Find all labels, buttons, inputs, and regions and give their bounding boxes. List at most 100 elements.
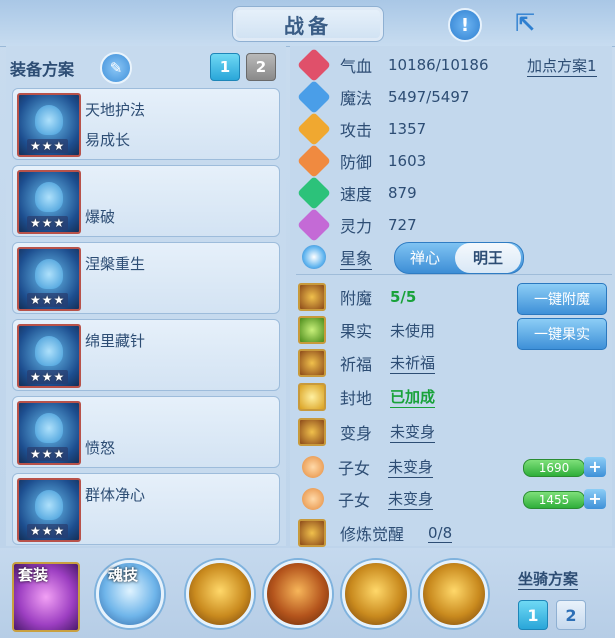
transform-row: 变身 未变身: [298, 417, 436, 447]
equipment-slot[interactable]: ★★★ 绵里藏针: [12, 319, 280, 391]
star-sign-icon: [302, 245, 326, 269]
skill-slot-icon[interactable]: [264, 560, 332, 628]
shield-icon: [297, 144, 331, 178]
stat-name: 灵力: [340, 217, 373, 236]
window-title: 战备: [232, 6, 384, 42]
mount-scheme-tab-2[interactable]: 2: [556, 600, 586, 630]
enchant-icon: [298, 283, 326, 311]
awakening-icon: [298, 519, 326, 547]
enchant-row: 附魔 5/5: [298, 282, 416, 312]
row-label: 祈福: [340, 355, 373, 374]
equipment-sub: 爆破: [85, 208, 116, 226]
stat-name: 速度: [340, 185, 373, 204]
star-sign-label[interactable]: 星象: [340, 245, 373, 270]
pencil-icon[interactable]: ✎: [100, 52, 132, 84]
mount-scheme-label[interactable]: 坐骑方案: [518, 568, 579, 590]
equipment-name: 天地护法: [85, 101, 146, 119]
stat-row-attack: 攻击 1357: [297, 112, 426, 146]
equipment-slot[interactable]: ★★★ 涅槃重生: [12, 242, 280, 314]
suit-label: 套装: [18, 566, 49, 584]
stat-value: 879: [388, 184, 417, 202]
equipment-item-icon: ★★★: [17, 170, 81, 234]
child-icon: [302, 488, 324, 510]
star-rating: ★★★: [27, 524, 69, 538]
equipment-item-icon: ★★★: [17, 401, 81, 465]
stat-name: 防御: [340, 153, 373, 172]
blessing-row: 祈福 未祈福: [298, 348, 436, 378]
stat-name: 气血: [340, 57, 373, 76]
row-label: 变身: [340, 424, 373, 443]
fruit-icon: [298, 316, 326, 344]
mana-icon: [297, 80, 331, 114]
equipment-scheme-tab-2[interactable]: 2: [246, 53, 276, 81]
star-sign-toggle[interactable]: 禅心 明王: [394, 242, 524, 274]
row-label: 附魔: [340, 289, 373, 308]
stat-name: 魔法: [340, 89, 373, 108]
equipment-sub: 愤怒: [85, 439, 116, 457]
one-click-enchant-button[interactable]: 一键附魔: [517, 283, 607, 315]
fruit-row: 果实 未使用: [298, 315, 435, 345]
equipment-sub: 易成长: [85, 131, 131, 149]
row-label: 封地: [340, 389, 373, 408]
mount-scheme-tab-1[interactable]: 1: [518, 600, 548, 630]
fief-icon: [298, 383, 326, 411]
equipment-item-icon: ★★★: [17, 247, 81, 311]
battle-prep-window: 战备 ! ⇱ 装备方案 ✎ 1 2 ★★★ 天地护法 易成长 ★★★ 爆破 ★★…: [0, 0, 615, 638]
toggle-option-mingwang[interactable]: 明王: [455, 243, 521, 273]
stat-row-defense: 防御 1603: [297, 144, 427, 178]
plus-icon[interactable]: +: [584, 489, 606, 509]
skill-slot-icon[interactable]: [342, 560, 410, 628]
attribute-plan-link[interactable]: 加点方案1: [527, 55, 597, 77]
sword-icon: [297, 112, 331, 146]
star-sign-row: 星象: [298, 242, 373, 272]
row-value[interactable]: 未变身: [388, 488, 434, 510]
stat-value: 10186/10186: [388, 56, 489, 74]
equipment-slot[interactable]: ★★★ 天地护法 易成长: [12, 88, 280, 160]
equipment-slot[interactable]: ★★★ 爆破: [12, 165, 280, 237]
toggle-option-chanxin[interactable]: 禅心: [395, 243, 455, 273]
stat-value: 1603: [388, 152, 427, 170]
row-label: 果实: [340, 322, 373, 341]
plus-icon[interactable]: +: [584, 457, 606, 477]
stat-name: 攻击: [340, 121, 373, 140]
star-rating: ★★★: [27, 370, 69, 384]
child-icon: [302, 456, 324, 478]
row-value: 5/5: [390, 288, 417, 306]
star-rating: ★★★: [27, 447, 69, 461]
fief-row: 封地 已加成: [298, 382, 436, 412]
child-2-bar: 1455: [523, 491, 585, 509]
exclamation-icon[interactable]: !: [448, 8, 482, 42]
stat-row-mp: 魔法 5497/5497: [297, 80, 470, 114]
stat-row-spirit: 灵力 727: [297, 208, 417, 242]
row-label: 子女: [338, 459, 371, 478]
speed-icon: [297, 176, 331, 210]
heart-icon: [297, 48, 331, 82]
blessing-icon: [298, 349, 326, 377]
skill-slot-icon[interactable]: [186, 560, 254, 628]
equipment-scheme-tab-1[interactable]: 1: [210, 53, 240, 81]
equipment-name: 绵里藏针: [85, 332, 146, 350]
equipment-slot[interactable]: ★★★ 群体净心: [12, 473, 280, 545]
equipment-item-icon: ★★★: [17, 478, 81, 542]
spirit-icon: [297, 208, 331, 242]
row-value[interactable]: 已加成: [390, 386, 436, 408]
child-1-bar: 1690: [523, 459, 585, 477]
stat-row-speed: 速度 879: [297, 176, 417, 210]
star-rating: ★★★: [27, 293, 69, 307]
star-rating: ★★★: [27, 139, 69, 153]
row-value[interactable]: 0/8: [428, 524, 453, 543]
child-row-2: 子女 未变身: [298, 484, 434, 514]
row-value[interactable]: 未变身: [388, 456, 434, 478]
row-value: 未使用: [390, 321, 436, 340]
row-value[interactable]: 未变身: [390, 421, 436, 443]
row-value[interactable]: 未祈福: [390, 352, 436, 374]
share-icon[interactable]: ⇱: [508, 8, 542, 38]
transform-icon: [298, 418, 326, 446]
skill-slot-icon[interactable]: [420, 560, 488, 628]
awakening-row: 修炼觉醒 0/8: [298, 518, 453, 548]
one-click-fruit-button[interactable]: 一键果实: [517, 318, 607, 350]
equipment-slot[interactable]: ★★★ 愤怒: [12, 396, 280, 468]
soul-skill-label: 魂技: [108, 566, 139, 584]
equipment-item-icon: ★★★: [17, 324, 81, 388]
stat-value: 5497/5497: [388, 88, 470, 106]
